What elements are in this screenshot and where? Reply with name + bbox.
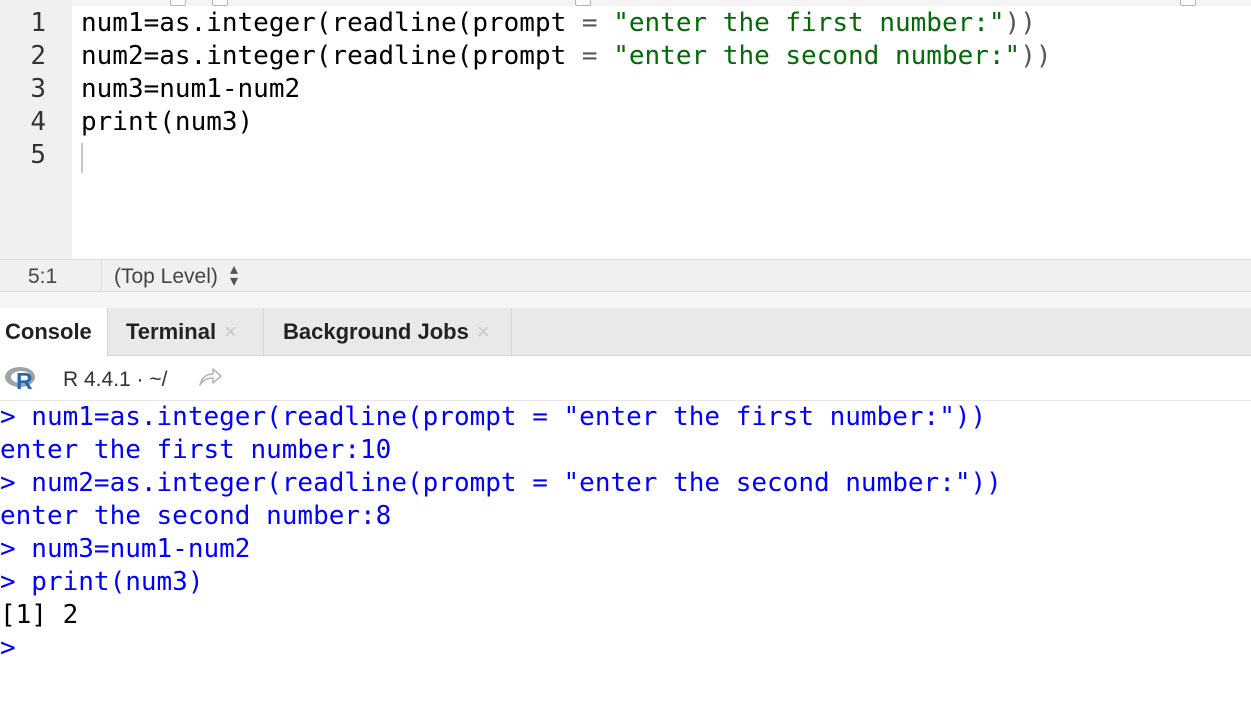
console-header: R R 4.4.1 · ~/ (0, 356, 1251, 401)
code-string: "enter the first number:" (613, 8, 1005, 38)
code-parens: )) (1004, 8, 1036, 38)
line-number: 3 (30, 74, 46, 104)
line-number: 4 (30, 107, 46, 137)
code-text: print(num3) (81, 107, 254, 137)
toolbar-button-fragment (212, 0, 228, 6)
console-result: [1] 2 (0, 600, 79, 630)
code-line[interactable]: print(num3) (81, 106, 253, 139)
code-text: num1=as.integer(readline(prompt (81, 8, 582, 38)
code-line[interactable]: num1=as.integer(readline(prompt = "enter… (81, 7, 1036, 40)
cursor-position: 5:1 (28, 265, 58, 288)
line-number: 5 (30, 140, 46, 170)
code-operator: = (581, 8, 598, 38)
toolbar-button-fragment (170, 0, 186, 6)
toolbar-button-fragment (1180, 0, 1196, 6)
r-logo-icon: R (5, 367, 35, 391)
code-line[interactable]: num3=num1-num2 (81, 73, 300, 106)
console-line: > num3=num1-num2 (0, 534, 251, 564)
console-line: > num1=as.integer(readline(prompt = "ent… (0, 402, 987, 432)
pane-splitter[interactable] (0, 292, 1251, 308)
editor-status-bar: 5:1 (Top Level) ▴ ▾ (0, 259, 1251, 292)
scope-selector[interactable]: (Top Level) (114, 265, 218, 289)
code-operator: = (581, 41, 598, 71)
share-arrow-icon[interactable] (197, 366, 223, 388)
line-number: 1 (30, 8, 46, 38)
toolbar-button-fragment (575, 0, 591, 6)
tab-background-jobs[interactable]: Background Jobs × (264, 308, 512, 356)
tab-label: Terminal (126, 319, 217, 344)
close-icon[interactable]: × (224, 319, 237, 344)
console-line: > num2=as.integer(readline(prompt = "ent… (0, 468, 1002, 498)
svg-text:R: R (16, 368, 33, 391)
code-line[interactable]: num2=as.integer(readline(prompt = "enter… (81, 40, 1052, 73)
code-string: "enter the second number:" (613, 41, 1021, 71)
editor-toolbar (0, 0, 1251, 6)
line-number-gutter: 1 2 3 4 5 (0, 0, 72, 259)
console-output[interactable]: > num1=as.integer(readline(prompt = "ent… (0, 401, 1251, 708)
console-prompt[interactable]: > (0, 632, 16, 665)
console-line: enter the first number:10 (0, 435, 392, 465)
console-line: > print(num3) (0, 567, 204, 597)
close-icon[interactable]: × (477, 319, 490, 344)
tab-console[interactable]: Console (0, 308, 108, 357)
code-parens: )) (1020, 41, 1052, 71)
console-pane-tabs: Console Terminal × Background Jobs × (0, 308, 1251, 357)
text-cursor (81, 143, 83, 173)
sort-arrows-icon[interactable]: ▴ ▾ (230, 262, 238, 290)
tab-label: Console (5, 319, 92, 344)
code-text: num3=num1-num2 (81, 74, 301, 104)
console-line: enter the second number:8 (0, 501, 392, 531)
tab-terminal[interactable]: Terminal × (108, 308, 264, 356)
line-number: 2 (30, 41, 46, 71)
r-version-label: R 4.4.1 · ~/ (63, 368, 168, 391)
source-editor[interactable]: 1 2 3 4 5 num1=as.integer(readline(promp… (0, 0, 1251, 259)
code-text: num2=as.integer(readline(prompt (81, 41, 582, 71)
status-divider (101, 260, 102, 291)
tab-label: Background Jobs (283, 319, 469, 344)
